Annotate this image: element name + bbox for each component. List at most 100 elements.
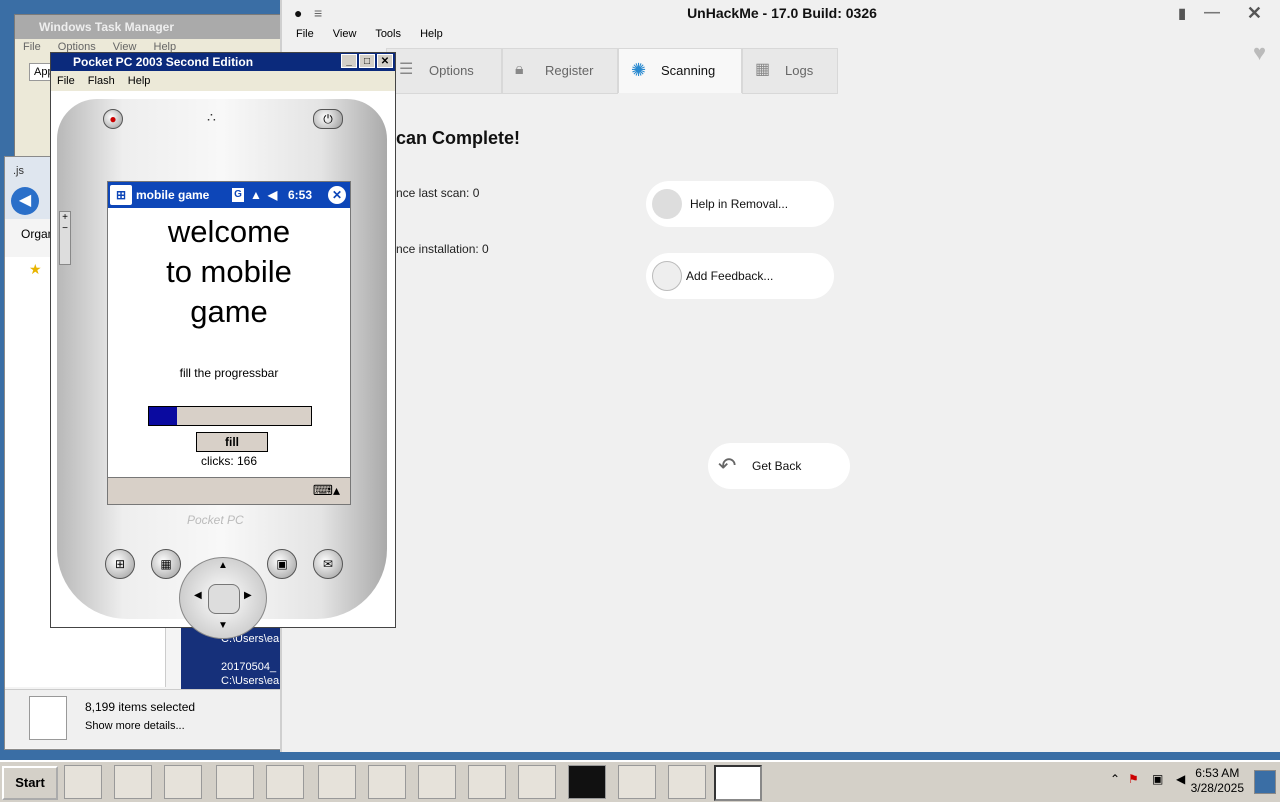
options-icon: ☰ [399,61,414,78]
pocket-pc-window: Pocket PC 2003 Second Edition _ □ ✕ File… [50,52,396,639]
back-arrow-icon[interactable]: ◀ [11,187,39,215]
close-icon[interactable]: ✕ [1247,0,1262,26]
mail-hw-button[interactable]: ✉ [313,549,343,579]
since-last-scan-stat: nce last scan: 0 [396,186,480,200]
help-in-removal-button[interactable]: Help in Removal... [646,181,834,227]
explorer-title: .js [13,165,24,177]
back-arrow-icon: ↶ [718,453,737,478]
tray-flag-icon[interactable]: ⚑ [1128,772,1139,786]
add-feedback-button[interactable]: Add Feedback... [646,253,834,299]
menu-lines-icon[interactable]: ≡ [314,0,322,26]
close-app-icon[interactable]: ✕ [328,186,346,204]
tray-monitor-icon[interactable]: ▣ [1152,772,1163,786]
contacts-hw-button[interactable]: ▣ [267,549,297,579]
unhackme-taskbar-icon[interactable] [468,765,506,799]
selected-count: 8,199 items selected [85,700,196,714]
media-player-icon[interactable] [164,765,202,799]
network-globe-icon[interactable] [318,765,356,799]
instruction-label: fill the progressbar [179,366,279,380]
tm-menu-file[interactable]: File [23,41,41,53]
record-icon[interactable]: ● [103,109,123,129]
file-name-2: 20170504_ [221,661,277,673]
start-button[interactable]: Start [2,766,58,800]
dpad-up-icon[interactable]: ▲ [218,560,228,571]
since-installation-stat: nce installation: 0 [396,242,489,256]
ie-icon[interactable] [64,765,102,799]
app-title: mobile game [136,188,210,202]
clock-time: 6:53 AM [1195,766,1240,780]
welcome-line-3: game [190,294,268,329]
start-hw-button[interactable]: ⊞ [105,549,135,579]
unhackme-titlebar: UnHackMe - 17.0 Build: 0326 ● ≡ ▮ — ✕ [282,0,1280,26]
dpad-down-icon[interactable]: ▼ [218,620,228,631]
show-more-details-link[interactable]: Show more details... [85,720,185,732]
spinner-icon: ✺ [631,60,647,80]
close-icon[interactable]: ✕ [377,54,393,68]
calendar-doc-icon[interactable] [368,765,406,799]
fill-button[interactable]: fill [196,432,268,452]
menu-view[interactable]: View [333,28,357,40]
dpad-right-icon[interactable]: ▶ [244,590,252,601]
speaker-icon: ∴ [207,109,216,125]
signal-icon[interactable]: ▲ [250,182,262,208]
get-back-button[interactable]: ↶ Get Back [708,443,850,489]
chip-icon[interactable] [518,765,556,799]
device-screen: ⊞ mobile game G ▲ ◀ 6:53 ✕ welcome to mo… [107,181,351,505]
tab-options[interactable]: ☰ Options [386,48,502,94]
power-icon[interactable]: ⏻ [313,109,343,129]
explorer-status-bar: 8,199 items selected Show more details..… [5,689,305,748]
pocket-pc-device: ● ∴ ⏻ + − ⊞ mobile game G ▲ ◀ 6:53 ✕ welc… [57,99,387,639]
toolbox-icon[interactable] [266,765,304,799]
welcome-line-1: welcome [167,214,291,249]
calendar-hw-button[interactable]: ▦ [151,549,181,579]
unhackme-window: UnHackMe - 17.0 Build: 0326 ● ≡ ▮ — ✕ Fi… [280,0,1280,752]
shirt-icon[interactable]: ▮ [1178,0,1186,26]
heart-icon[interactable]: ♥ [1253,40,1266,66]
ppc-menu-flash[interactable]: Flash [88,75,115,87]
script-file-icon [29,696,67,740]
unhackme-menubar: File View Tools Help [296,28,459,40]
tray-expand-icon[interactable]: ⌃ [1110,772,1120,786]
speech-bubble-icon [652,261,682,291]
show-desktop-icon[interactable] [1254,770,1276,794]
favorites-star-icon: ★ [29,261,42,277]
clicks-counter: clicks: 166 [200,454,258,468]
status-time[interactable]: 6:53 [288,182,312,208]
pocket-pc-title: Pocket PC 2003 Second Edition [73,55,254,69]
dpad[interactable]: ▲ ▼ ◀ ▶ [179,557,267,639]
hacker-avatar-icon [652,189,682,219]
progress-bar [148,406,312,426]
maximize-icon[interactable]: □ [359,54,375,68]
pocket-pc-taskbar-icon[interactable] [714,765,762,801]
tab-scanning[interactable]: ✺ Scanning [618,48,742,93]
minimize-icon[interactable]: — [1204,0,1220,26]
volume-icon[interactable]: ◀ [268,182,277,208]
windows-flag-icon[interactable]: ⊞ [110,185,132,205]
tray-volume-icon[interactable]: ◀ [1176,772,1185,786]
keyboard-icon[interactable]: ⌨▴ [313,482,340,499]
taskbar-clock[interactable]: 6:53 AM 3/28/2025 [1191,766,1244,796]
tab-logs[interactable]: ▦ Logs [742,48,838,94]
taskbar: Start ⌃ ⚑ ▣ ◀ 6:53 AM 3/28/2025 [0,760,1280,802]
clock-date: 3/28/2025 [1190,781,1244,795]
minimize-icon[interactable]: _ [341,54,357,68]
menu-tools[interactable]: Tools [375,28,401,40]
file-path-2: C:\Users\ea [221,675,280,687]
tools-icon[interactable] [668,765,706,799]
volume-rocker[interactable]: + − [59,211,71,265]
tab-register[interactable]: 🔒︎ Register [502,48,618,94]
globe-icon[interactable] [418,765,456,799]
explorer-folder-icon[interactable] [114,765,152,799]
paint-icon[interactable] [618,765,656,799]
menu-file[interactable]: File [296,28,314,40]
ppc-menu-help[interactable]: Help [128,75,151,87]
welcome-text: welcome to mobile game [108,212,350,332]
logs-icon: ▦ [755,61,771,78]
welcome-line-2: to mobile [166,254,292,289]
dpad-center-button[interactable] [208,584,240,614]
remote-desktop-icon[interactable] [216,765,254,799]
dpad-left-icon[interactable]: ◀ [194,590,202,601]
ppc-menu-file[interactable]: File [57,75,75,87]
command-prompt-icon[interactable] [568,765,606,799]
menu-help[interactable]: Help [420,28,443,40]
